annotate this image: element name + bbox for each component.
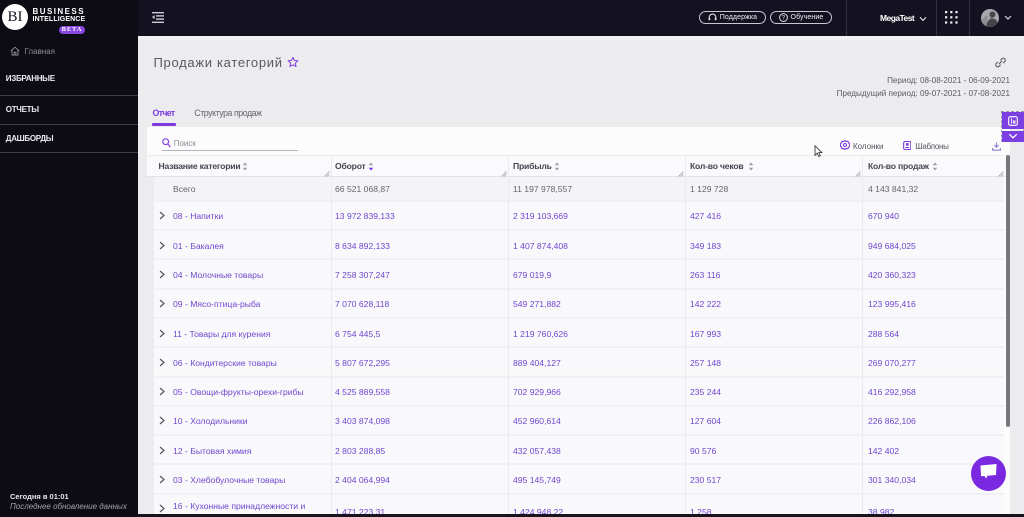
- svg-text:?: ?: [781, 16, 785, 22]
